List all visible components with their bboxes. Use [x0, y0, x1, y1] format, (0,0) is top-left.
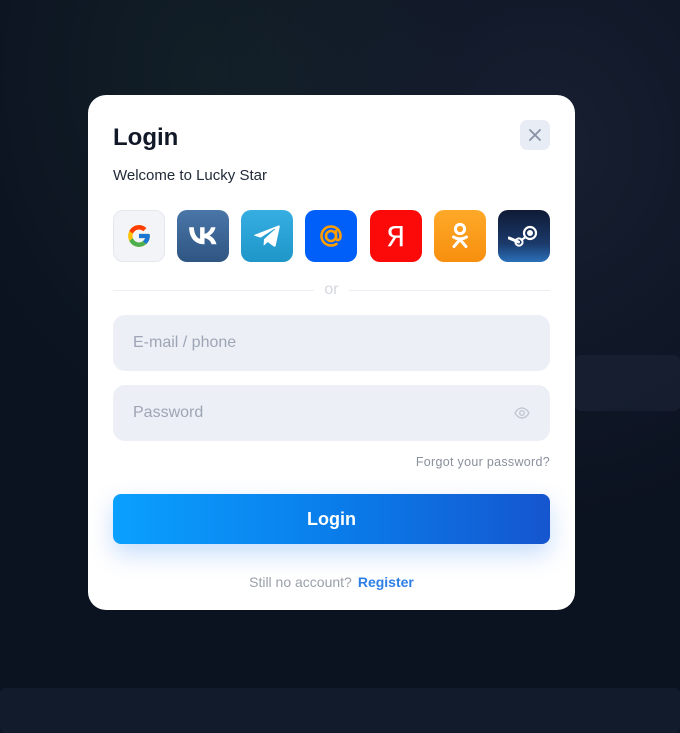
divider-text: or [324, 281, 339, 298]
eye-icon[interactable] [514, 405, 530, 421]
steam-login-button[interactable] [497, 210, 550, 262]
social-login-row: Я [113, 210, 550, 262]
password-input[interactable] [113, 385, 550, 441]
register-link[interactable]: Register [358, 574, 414, 590]
background-panel [0, 688, 680, 733]
password-field-wrapper [113, 385, 550, 441]
modal-subtitle: Welcome to Lucky Star [113, 167, 267, 184]
yandex-login-button[interactable]: Я [369, 210, 422, 262]
divider-line [113, 289, 315, 291]
modal-title: Login [113, 124, 179, 151]
forgot-password-link[interactable]: Forgot your password? [113, 455, 550, 469]
register-row: Still no account? Register [113, 574, 550, 590]
mailru-at-icon [320, 225, 343, 247]
close-icon [529, 129, 541, 141]
email-field-wrapper [113, 315, 550, 371]
vk-login-button[interactable] [177, 210, 230, 262]
odnoklassniki-login-button[interactable] [433, 210, 486, 262]
login-button[interactable]: Login [113, 494, 550, 544]
vk-icon [189, 227, 217, 245]
divider-line [348, 289, 551, 291]
or-divider: or [113, 280, 551, 300]
yandex-icon: Я [385, 219, 406, 253]
background-panel [575, 355, 680, 411]
steam-icon [507, 225, 538, 247]
google-login-button[interactable] [113, 210, 165, 262]
register-prompt: Still no account? [249, 574, 352, 590]
mailru-login-button[interactable] [305, 210, 358, 262]
login-modal: Login Welcome to Lucky Star Я or E-mail … [88, 95, 575, 610]
telegram-icon [254, 225, 281, 247]
email-input[interactable] [113, 315, 550, 371]
google-icon [128, 225, 150, 247]
odnoklassniki-icon [451, 222, 468, 248]
telegram-login-button[interactable] [241, 210, 294, 262]
close-button[interactable] [520, 120, 550, 150]
